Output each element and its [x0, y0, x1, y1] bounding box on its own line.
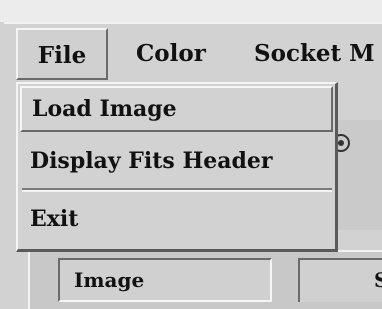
image-field-label: Image: [74, 268, 145, 292]
menu-separator: [22, 188, 332, 192]
window-top-edge: [0, 0, 382, 22]
menu-color[interactable]: Color: [136, 28, 206, 80]
menu-file[interactable]: File: [16, 28, 108, 80]
menu-socket[interactable]: Socket M: [254, 28, 375, 80]
secondary-field-label: S: [374, 268, 382, 292]
menubar: File Color Socket M: [4, 22, 382, 86]
menu-item-display-fits-header[interactable]: Display Fits Header: [20, 138, 333, 184]
application-window: File Color Socket M Image S Load Image D…: [0, 0, 382, 309]
image-field[interactable]: Image: [58, 258, 272, 302]
menu-item-load-image[interactable]: Load Image: [20, 86, 333, 132]
file-dropdown-menu: Load Image Display Fits Header Exit: [16, 82, 338, 252]
menu-item-exit[interactable]: Exit: [20, 196, 333, 242]
secondary-field[interactable]: S: [298, 258, 382, 302]
